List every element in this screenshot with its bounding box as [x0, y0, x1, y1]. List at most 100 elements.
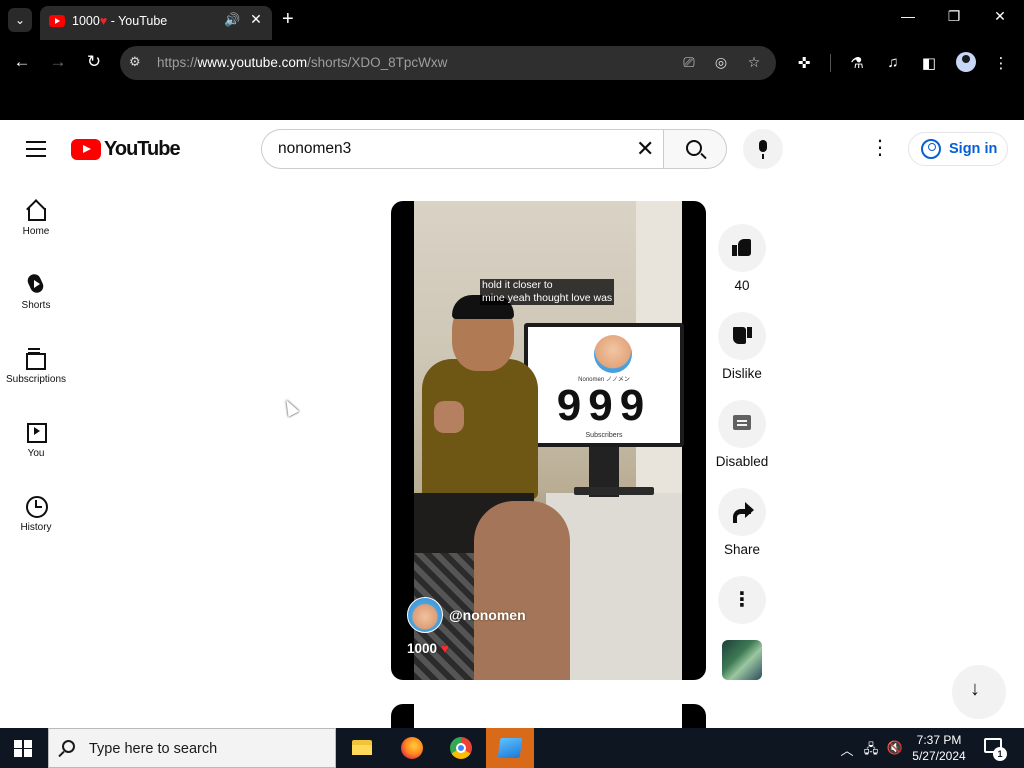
tab-title: 1000♥ - YouTube — [72, 14, 168, 28]
side-panel-icon[interactable]: ◧ — [919, 54, 939, 72]
shorts-icon — [24, 272, 48, 296]
windows-taskbar: Type here to search ︿ 🖧 🔇 7:37 PM 5/27/2… — [0, 728, 1024, 768]
menu-icon[interactable]: ⋮ — [991, 54, 1011, 72]
taskbar-clock[interactable]: 7:37 PM 5/27/2024 — [906, 732, 972, 764]
clock-date: 5/27/2024 — [912, 749, 966, 763]
youtube-wordmark: YouTube — [104, 137, 181, 160]
screen: ⌄ 1000♥ - YouTube 🔊 ✕ + — ❐ ✕ ← → ↻ ⚙ ht… — [0, 0, 1024, 768]
sign-in-label: Sign in — [949, 141, 998, 157]
guide-item-shorts[interactable]: Shorts — [0, 272, 72, 344]
short-title: 1000 ♥ — [407, 641, 449, 656]
browser-tab-strip: ⌄ 1000♥ - YouTube 🔊 ✕ + — ❐ ✕ — [0, 0, 1024, 40]
subscriptions-icon — [24, 346, 48, 370]
guide-item-you[interactable]: You — [0, 420, 72, 492]
mini-guide: Home Shorts Subscriptions You History — [0, 178, 72, 728]
eye-off-icon[interactable]: ◎ — [712, 54, 730, 71]
clear-search-icon[interactable]: ✕ — [636, 136, 654, 162]
share-button[interactable] — [718, 488, 766, 536]
taskbar-search-placeholder: Type here to search — [89, 741, 218, 757]
search-icon — [686, 140, 702, 156]
subscriber-monitor: Nonomen ノノメン 999 Subscribers — [524, 323, 684, 447]
youtube-masthead: YouTube nonomen3 ✕ ⋮ Sign in — [0, 120, 1024, 178]
settings-more-icon[interactable]: ⋮ — [870, 138, 890, 158]
comments-label: Disabled — [715, 454, 769, 469]
search-input[interactable]: nonomen3 ✕ — [261, 129, 664, 169]
dislike-button[interactable] — [718, 312, 766, 360]
channel-avatar[interactable] — [407, 597, 443, 633]
comments-button[interactable] — [718, 400, 766, 448]
guide-item-subscriptions[interactable]: Subscriptions — [0, 346, 72, 418]
media-icon[interactable]: ♫ — [883, 54, 903, 71]
cast-icon[interactable]: ⎚ — [680, 54, 698, 71]
channel-handle[interactable]: @nonomen — [449, 607, 526, 623]
dislike-label: Dislike — [722, 366, 762, 381]
youtube-favicon-icon — [49, 15, 65, 27]
new-tab-button[interactable]: + — [282, 8, 294, 30]
url-text: https://www.youtube.com/shorts/XDO_8TpcW… — [157, 55, 448, 70]
minimize-button[interactable]: — — [898, 8, 918, 24]
taskbar-search-box[interactable]: Type here to search — [48, 728, 336, 768]
more-actions-button[interactable]: ⋮ — [718, 576, 766, 624]
speaker-icon[interactable]: 🔊 — [224, 12, 240, 28]
subscriber-count: 999 — [556, 381, 652, 430]
guide-item-home[interactable]: Home — [0, 198, 72, 270]
microphone-icon — [759, 140, 767, 159]
star-icon[interactable]: ☆ — [745, 54, 763, 71]
youtube-logo[interactable]: YouTube — [71, 137, 181, 160]
tab-search-button[interactable]: ⌄ — [8, 8, 32, 32]
windows-start-icon[interactable] — [14, 740, 32, 757]
arrow-down-icon: ↓ — [970, 678, 980, 700]
labs-icon[interactable]: ⚗ — [847, 54, 867, 72]
like-count: 40 — [734, 278, 750, 293]
notification-badge: 1 — [993, 747, 1007, 761]
guide-item-history[interactable]: History — [0, 494, 72, 566]
firefox-icon — [401, 737, 423, 759]
next-short-button[interactable]: ↓ — [952, 665, 1006, 719]
chevron-down-icon: ⌄ — [14, 13, 26, 27]
taskbar-chrome[interactable] — [437, 728, 485, 768]
toolbar-divider — [830, 54, 831, 72]
extensions-icon[interactable]: ✜ — [794, 54, 814, 72]
taskbar-active-app[interactable] — [486, 728, 534, 768]
address-bar[interactable]: ⚙ https://www.youtube.com/shorts/XDO_8Tp… — [120, 46, 776, 80]
subscribers-label: Subscribers — [585, 432, 623, 439]
you-icon — [24, 420, 48, 444]
account-icon — [921, 139, 941, 159]
youtube-play-icon — [71, 138, 101, 160]
lyrics-caption: hold it closer to mine yeah thought love… — [480, 279, 615, 305]
sound-thumbnail[interactable] — [722, 640, 762, 680]
search-button[interactable] — [663, 129, 727, 169]
profile-icon[interactable] — [956, 52, 976, 72]
guide-menu-icon[interactable] — [26, 141, 46, 157]
restore-button[interactable]: ❐ — [944, 8, 964, 25]
share-label: Share — [723, 542, 761, 557]
back-button[interactable]: ← — [11, 52, 33, 72]
like-button[interactable] — [718, 224, 766, 272]
sign-in-button[interactable]: Sign in — [908, 132, 1008, 166]
tab-close-button[interactable]: ✕ — [248, 11, 264, 28]
site-info-icon[interactable]: ⚙ — [129, 54, 141, 70]
forward-button[interactable]: → — [47, 52, 69, 72]
file-explorer-icon — [352, 740, 372, 755]
voice-search-button[interactable] — [743, 129, 783, 169]
taskbar-file-explorer[interactable] — [338, 728, 386, 768]
search-icon — [62, 740, 75, 753]
browser-top-spacer — [0, 86, 1024, 120]
browser-toolbar: ← → ↻ ⚙ https://www.youtube.com/shorts/X… — [0, 40, 1024, 86]
close-window-button[interactable]: ✕ — [990, 8, 1010, 25]
reload-button[interactable]: ↻ — [83, 52, 105, 72]
clock-time: 7:37 PM — [916, 733, 962, 747]
chevron-up-icon[interactable]: ︿ — [838, 740, 856, 759]
monitor-avatar — [594, 335, 632, 373]
volume-muted-icon[interactable]: 🔇 — [886, 740, 904, 756]
short-video-player[interactable]: Nonomen ノノメン 999 Subscribers hold it clo… — [391, 201, 706, 680]
browser-tab[interactable]: 1000♥ - YouTube 🔊 ✕ — [40, 6, 272, 40]
heart-emoji: ♥ — [440, 641, 449, 656]
history-icon — [24, 494, 48, 518]
taskbar-firefox[interactable] — [388, 728, 436, 768]
chrome-icon — [450, 737, 472, 759]
next-short-preview — [391, 704, 706, 728]
network-icon[interactable]: 🖧 — [862, 740, 880, 762]
search-query: nonomen3 — [278, 140, 352, 157]
mouse-cursor — [280, 397, 300, 417]
